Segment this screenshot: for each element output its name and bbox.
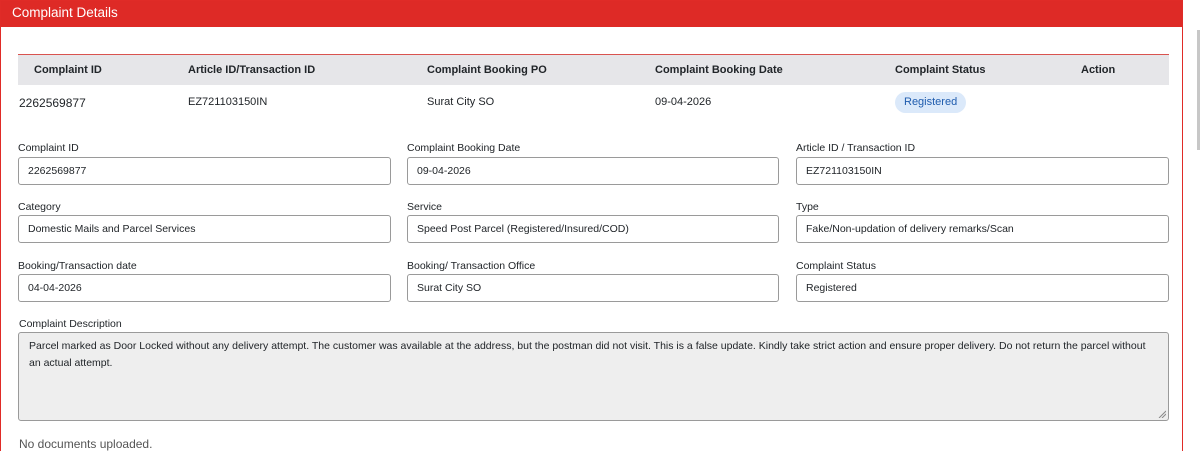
complaint-description-textarea[interactable]: Parcel marked as Door Locked without any… (18, 332, 1169, 421)
service-label: Service (407, 201, 443, 213)
table-header-row: Complaint ID Article ID/Transaction ID C… (18, 55, 1169, 85)
booking-date-label: Complaint Booking Date (407, 142, 521, 154)
complaint-description-text: Parcel marked as Door Locked without any… (29, 340, 1146, 369)
booking-date-field[interactable]: 09-04-2026 (407, 157, 779, 185)
status-badge: Registered (895, 92, 967, 113)
row-complaint-id: 2262569877 (19, 96, 86, 110)
resize-handle-icon[interactable] (1158, 410, 1166, 418)
complaint-details-card: Complaint Details Complaint ID Article I… (0, 0, 1183, 451)
column-header-booking-po: Complaint Booking PO (427, 64, 547, 76)
complaint-status-label: Complaint Status (796, 260, 876, 272)
complaint-id-field[interactable]: 2262569877 (18, 157, 391, 185)
category-label: Category (18, 201, 61, 213)
transaction-office-field[interactable]: Surat City SO (407, 274, 779, 302)
column-header-status: Complaint Status (895, 64, 986, 76)
row-article-id: EZ721103150IN (188, 96, 268, 108)
category-field[interactable]: Domestic Mails and Parcel Services (18, 215, 391, 243)
transaction-date-field[interactable]: 04-04-2026 (18, 274, 391, 302)
article-id-field[interactable]: EZ721103150IN (796, 157, 1169, 185)
column-header-article-id: Article ID/Transaction ID (188, 64, 316, 76)
column-header-action: Action (1081, 64, 1116, 76)
transaction-date-label: Booking/Transaction date (18, 260, 137, 272)
transaction-office-label: Booking/ Transaction Office (407, 260, 536, 272)
article-id-label: Article ID / Transaction ID (796, 142, 916, 154)
type-field[interactable]: Fake/Non-updation of delivery remarks/Sc… (796, 215, 1169, 243)
row-booking-date: 09-04-2026 (655, 96, 712, 108)
no-documents-text: No documents uploaded. (19, 437, 153, 451)
card-header-title: Complaint Details (1, 1, 1182, 27)
service-field[interactable]: Speed Post Parcel (Registered/Insured/CO… (407, 215, 779, 243)
column-header-booking-date: Complaint Booking Date (655, 64, 783, 76)
complaint-status-field[interactable]: Registered (796, 274, 1169, 302)
complaint-id-label: Complaint ID (18, 142, 79, 154)
description-label: Complaint Description (19, 318, 122, 330)
row-booking-po: Surat City SO (427, 96, 495, 108)
type-label: Type (796, 201, 819, 213)
column-header-complaint-id: Complaint ID (34, 64, 102, 76)
